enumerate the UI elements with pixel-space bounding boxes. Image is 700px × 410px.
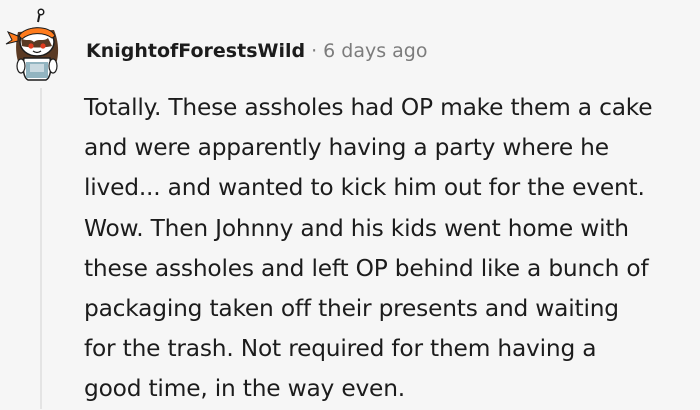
comment-body-line: packaging taken off their presents and w… [84,295,619,323]
comment-body-line: Wow. Then Johnny and his kids went home … [84,214,629,242]
comment-header: KnightofForestsWild · 6 days ago [86,40,427,62]
timestamp[interactable]: 6 days ago [323,40,427,62]
comment-body-line: good time, in the way even. [84,375,405,403]
comment-body: Totally. These assholes had OP make them… [84,88,694,410]
comment-body-line: these assholes and left OP behind like a… [84,254,649,282]
comment-body-line: and were apparently having a party where… [84,134,609,162]
username-link[interactable]: KnightofForestsWild [86,40,305,62]
comment-body-line: Totally. These assholes had OP make them… [84,94,653,121]
meta-separator: · [311,40,318,62]
thread-line[interactable] [40,88,42,409]
reddit-snoo-avatar-icon[interactable] [4,8,68,84]
comment-body-line: for the trash. Not required for them hav… [84,335,597,363]
comment: KnightofForestsWild · 6 days ago Totally… [0,0,700,409]
comment-body-line: lived... and wanted to kick him out for … [84,174,645,202]
